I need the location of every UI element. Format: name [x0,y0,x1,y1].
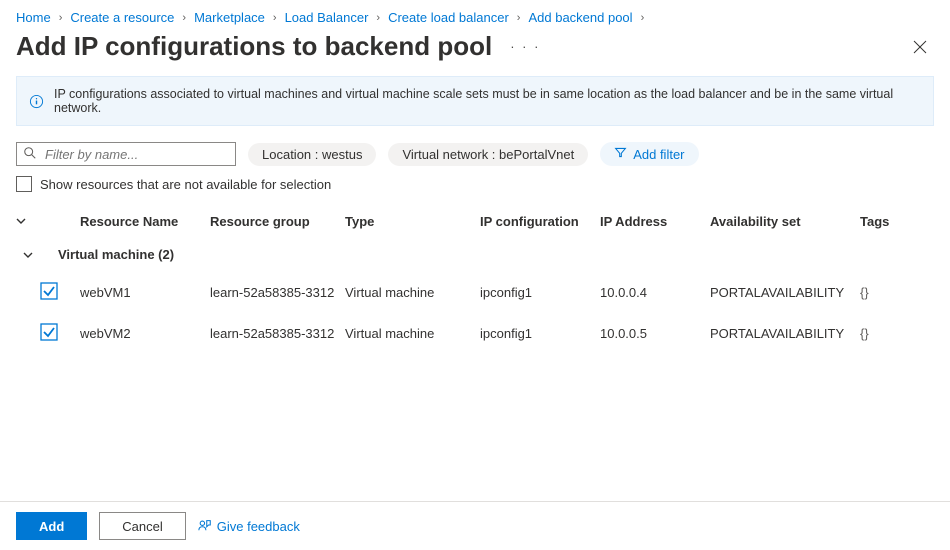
chevron-right-icon: › [374,12,382,24]
vnet-filter-pill[interactable]: Virtual network : bePortalVnet [388,143,588,166]
row-checkbox[interactable] [40,323,80,344]
breadcrumb-load-balancer[interactable]: Load Balancer [285,10,369,25]
col-availability-set[interactable]: Availability set [710,214,860,229]
search-input[interactable] [43,146,229,163]
cell-availability-set: PORTALAVAILABILITY [710,326,860,341]
breadcrumb: Home › Create a resource › Marketplace ›… [0,0,950,31]
col-type[interactable]: Type [345,214,480,229]
chevron-right-icon: › [271,12,279,24]
results-grid: Resource Name Resource group Type IP con… [0,206,950,501]
cell-resource-group: learn-52a58385-3312 [210,326,345,341]
checkbox-checked-icon [40,323,58,344]
group-expander[interactable] [16,250,40,260]
info-message: IP configurations associated to virtual … [54,87,921,115]
cell-resource-name: webVM2 [80,326,210,341]
breadcrumb-create-resource[interactable]: Create a resource [70,10,174,25]
give-feedback-label: Give feedback [217,519,300,534]
cell-type: Virtual machine [345,326,480,341]
breadcrumb-home[interactable]: Home [16,10,51,25]
col-resource-name[interactable]: Resource Name [80,214,210,229]
filter-icon [614,146,627,162]
cell-ip-address: 10.0.0.5 [600,326,710,341]
col-tags[interactable]: Tags [860,214,900,229]
cell-resource-group: learn-52a58385-3312 [210,285,345,300]
cell-ip-config: ipconfig1 [480,285,600,300]
group-label: Virtual machine (2) [58,247,174,262]
close-button[interactable] [906,33,934,61]
give-feedback-link[interactable]: Give feedback [198,518,300,535]
col-ip-config[interactable]: IP configuration [480,214,600,229]
cancel-button[interactable]: Cancel [99,512,185,540]
chevron-right-icon: › [57,12,65,24]
table-row[interactable]: webVM1 learn-52a58385-3312 Virtual machi… [16,272,934,313]
col-resource-group[interactable]: Resource group [210,214,345,229]
show-unavailable-row: Show resources that are not available fo… [0,176,950,206]
col-ip-address[interactable]: IP Address [600,214,710,229]
breadcrumb-add-backend-pool[interactable]: Add backend pool [528,10,632,25]
header-expander[interactable] [16,214,40,229]
cell-availability-set: PORTALAVAILABILITY [710,285,860,300]
group-row-virtual-machine: Virtual machine (2) [16,237,934,272]
add-button[interactable]: Add [16,512,87,540]
show-unavailable-label: Show resources that are not available fo… [40,177,331,192]
table-row[interactable]: webVM2 learn-52a58385-3312 Virtual machi… [16,313,934,354]
filter-toolbar: Location : westus Virtual network : bePo… [0,142,950,176]
add-filter-button[interactable]: Add filter [600,142,698,166]
page-root: Home › Create a resource › Marketplace ›… [0,0,950,550]
chevron-right-icon: › [639,12,647,24]
add-filter-label: Add filter [633,147,684,162]
footer-bar: Add Cancel Give feedback [0,501,950,550]
search-icon [23,146,43,163]
cell-ip-config: ipconfig1 [480,326,600,341]
cell-type: Virtual machine [345,285,480,300]
chevron-right-icon: › [180,12,188,24]
close-icon [912,39,928,55]
page-title: Add IP configurations to backend pool [16,31,492,62]
info-icon [29,94,44,109]
location-filter-pill[interactable]: Location : westus [248,143,376,166]
page-header: Add IP configurations to backend pool · … [0,31,950,76]
checkbox-checked-icon [40,282,58,303]
cell-resource-name: webVM1 [80,285,210,300]
cell-tags: {} [860,285,900,300]
show-unavailable-checkbox[interactable] [16,176,32,192]
more-actions-button[interactable]: · · · [504,39,546,54]
breadcrumb-create-lb[interactable]: Create load balancer [388,10,509,25]
grid-header-row: Resource Name Resource group Type IP con… [16,206,934,237]
cell-tags: {} [860,326,900,341]
row-checkbox[interactable] [40,282,80,303]
cell-ip-address: 10.0.0.4 [600,285,710,300]
chevron-right-icon: › [515,12,523,24]
feedback-icon [198,518,212,535]
filter-by-name-input[interactable] [16,142,236,166]
info-banner: IP configurations associated to virtual … [16,76,934,126]
breadcrumb-marketplace[interactable]: Marketplace [194,10,265,25]
